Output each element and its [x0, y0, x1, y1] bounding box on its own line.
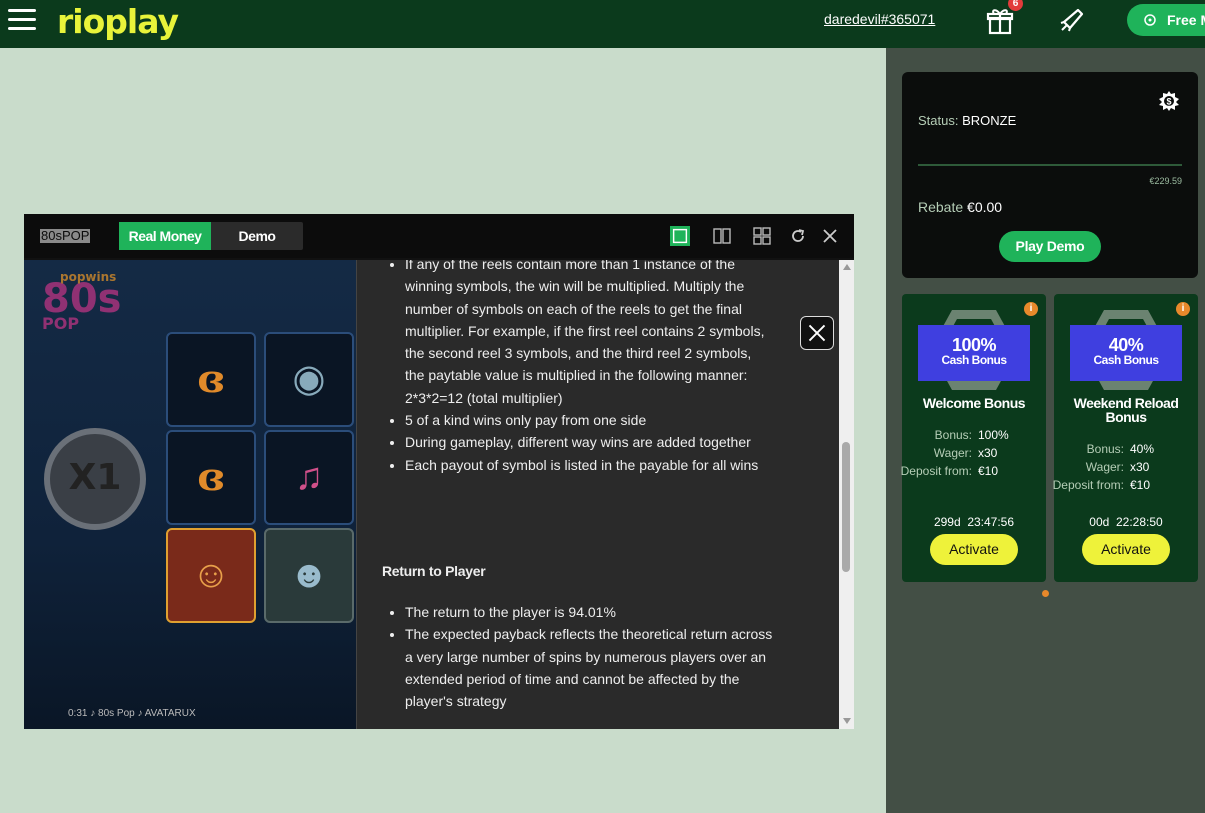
list-item: The expected payback reflects the theore… [405, 623, 773, 712]
bonus-badge-label: Cash Bonus [941, 353, 1007, 367]
game-canvas[interactable]: popwins 80s POP X1 ɞ ◉ ɞ ♫ ☺ ☻ 0:31 ♪ 80… [24, 260, 356, 729]
play-demo-button[interactable]: Play Demo [999, 231, 1101, 262]
bonus-card-weekend-reload: i 40% Cash Bonus Weekend Reload Bonus Bo… [1052, 294, 1198, 582]
list-item: Each payout of symbol is listed in the p… [405, 454, 773, 476]
note-symbol-icon: ɞ [197, 356, 225, 401]
reel-cell: ɞ [166, 430, 256, 525]
character-symbol-icon: ☻ [289, 554, 329, 596]
scroll-down-icon[interactable] [843, 718, 851, 724]
activate-button[interactable]: Activate [1082, 534, 1170, 565]
demo-tab[interactable]: Demo [211, 222, 303, 250]
split-view-icon[interactable] [712, 226, 732, 246]
info-icon[interactable]: i [1024, 302, 1038, 316]
wager-value: x30 [1130, 460, 1150, 474]
close-game-icon[interactable] [820, 226, 840, 246]
free-button[interactable]: Free M [1127, 4, 1205, 36]
top-bar: rioplay daredevil#365071 6 Free M [0, 0, 1205, 48]
character-symbol-icon: ☺ [191, 554, 231, 596]
bonus-title: Welcome Bonus [922, 395, 1026, 411]
gear-icon[interactable]: $ [1158, 90, 1180, 112]
game-window: 80sPOP Real Money Demo popwins 80s POP X… [24, 214, 854, 729]
wager-value: x30 [978, 446, 998, 460]
carousel-dot[interactable] [1042, 590, 1049, 597]
note-symbol-icon: ɞ [197, 454, 225, 499]
paytable-list: If any of the reels contain more than 1 … [405, 260, 773, 476]
scrollbar[interactable] [839, 260, 854, 729]
list-item: The return to the player is 94.01% [405, 601, 773, 623]
game-toolbar: 80sPOP Real Money Demo [24, 214, 854, 258]
single-view-icon[interactable] [670, 226, 690, 246]
drum-symbol-icon: ◉ [292, 358, 326, 400]
notification-badge: 6 [1008, 0, 1023, 11]
deposit-value: €10 [1130, 478, 1151, 492]
bonus-label: Bonus: [1086, 442, 1124, 456]
game-footer: 0:31 ♪ 80s Pop ♪ AVATARUX [68, 708, 196, 719]
bonus-value: 100% [978, 428, 1009, 442]
status-label: Status: [918, 113, 959, 128]
reel-cell: ☻ [264, 528, 354, 623]
username-link[interactable]: daredevil#365071 [824, 11, 935, 27]
spin-icon [1144, 14, 1156, 26]
deposit-label: Deposit from: [900, 464, 972, 478]
progress-target: €229.59 [1149, 176, 1182, 186]
status-level: BRONZE [962, 113, 1017, 128]
mode-switch: Real Money Demo [119, 222, 303, 250]
refresh-icon[interactable] [788, 226, 808, 246]
menu-icon[interactable] [8, 9, 36, 31]
site-logo[interactable]: rioplay [57, 2, 179, 41]
status-card: $ Status: BRONZE €229.59 Rebate €0.00 Pl… [902, 72, 1198, 278]
rocket-icon[interactable] [1058, 6, 1086, 34]
close-paytable-icon[interactable] [800, 316, 834, 350]
bonus-value: 40% [1130, 442, 1155, 456]
activate-button[interactable]: Activate [930, 534, 1018, 565]
grid-view-icon[interactable] [752, 226, 772, 246]
rtp-list: The return to the player is 94.01% The e… [405, 601, 773, 712]
bonus-card-welcome: i 100% Cash Bonus Welcome Bonus Bonus: 10… [900, 294, 1046, 582]
deposit-label: Deposit from: [1052, 478, 1124, 492]
gift-icon[interactable] [986, 7, 1014, 35]
list-item: 5 of a kind wins only pay from one side [405, 409, 773, 431]
bonus-badge-label: Cash Bonus [1093, 353, 1159, 367]
scroll-up-icon[interactable] [843, 264, 851, 270]
wager-label: Wager: [1085, 460, 1124, 474]
paytable-panel[interactable]: If any of the reels contain more than 1 … [356, 260, 839, 729]
reel-cell: ♫ [264, 430, 354, 525]
bonus-label: Bonus: [934, 428, 972, 442]
rebate-value: €0.00 [967, 199, 1003, 215]
game-title: 80sPOP [40, 228, 91, 243]
scroll-thumb[interactable] [842, 442, 850, 572]
account-sidebar: $ Status: BRONZE €229.59 Rebate €0.00 Pl… [886, 48, 1205, 813]
reel-cell: ◉ [264, 332, 354, 427]
status-progress-bar [918, 164, 1182, 166]
list-item: If any of the reels contain more than 1 … [405, 260, 773, 409]
reel-cell: ☺ [166, 528, 256, 623]
multiplier-badge: X1 [44, 428, 146, 530]
wager-label: Wager: [933, 446, 972, 460]
list-item: During gameplay, different way wins are … [405, 431, 773, 453]
free-button-label: Free M [1167, 12, 1205, 28]
deposit-value: €10 [978, 464, 999, 478]
bonus-timer: 299d 23:47:56 [933, 515, 1015, 529]
game-logo-top: popwins [60, 270, 117, 284]
bonus-timer: 00d 22:28:50 [1089, 515, 1163, 529]
svg-text:$: $ [1166, 97, 1171, 107]
rebate-line: Rebate €0.00 [918, 199, 1002, 215]
music-note-icon: ♫ [294, 456, 324, 498]
info-icon[interactable]: i [1176, 302, 1190, 316]
bonus-badge: 40% Cash Bonus [1070, 325, 1182, 381]
game-logo: popwins 80s POP [42, 270, 121, 333]
status-line: Status: BRONZE [918, 113, 1016, 128]
bonus-title: Weekend Reload Bonus [1073, 395, 1179, 425]
real-money-tab[interactable]: Real Money [119, 222, 211, 250]
reel-cell: ɞ [166, 332, 256, 427]
rebate-label: Rebate [918, 199, 964, 215]
bonus-badge: 100% Cash Bonus [918, 325, 1030, 381]
rtp-heading: Return to Player [382, 563, 486, 579]
